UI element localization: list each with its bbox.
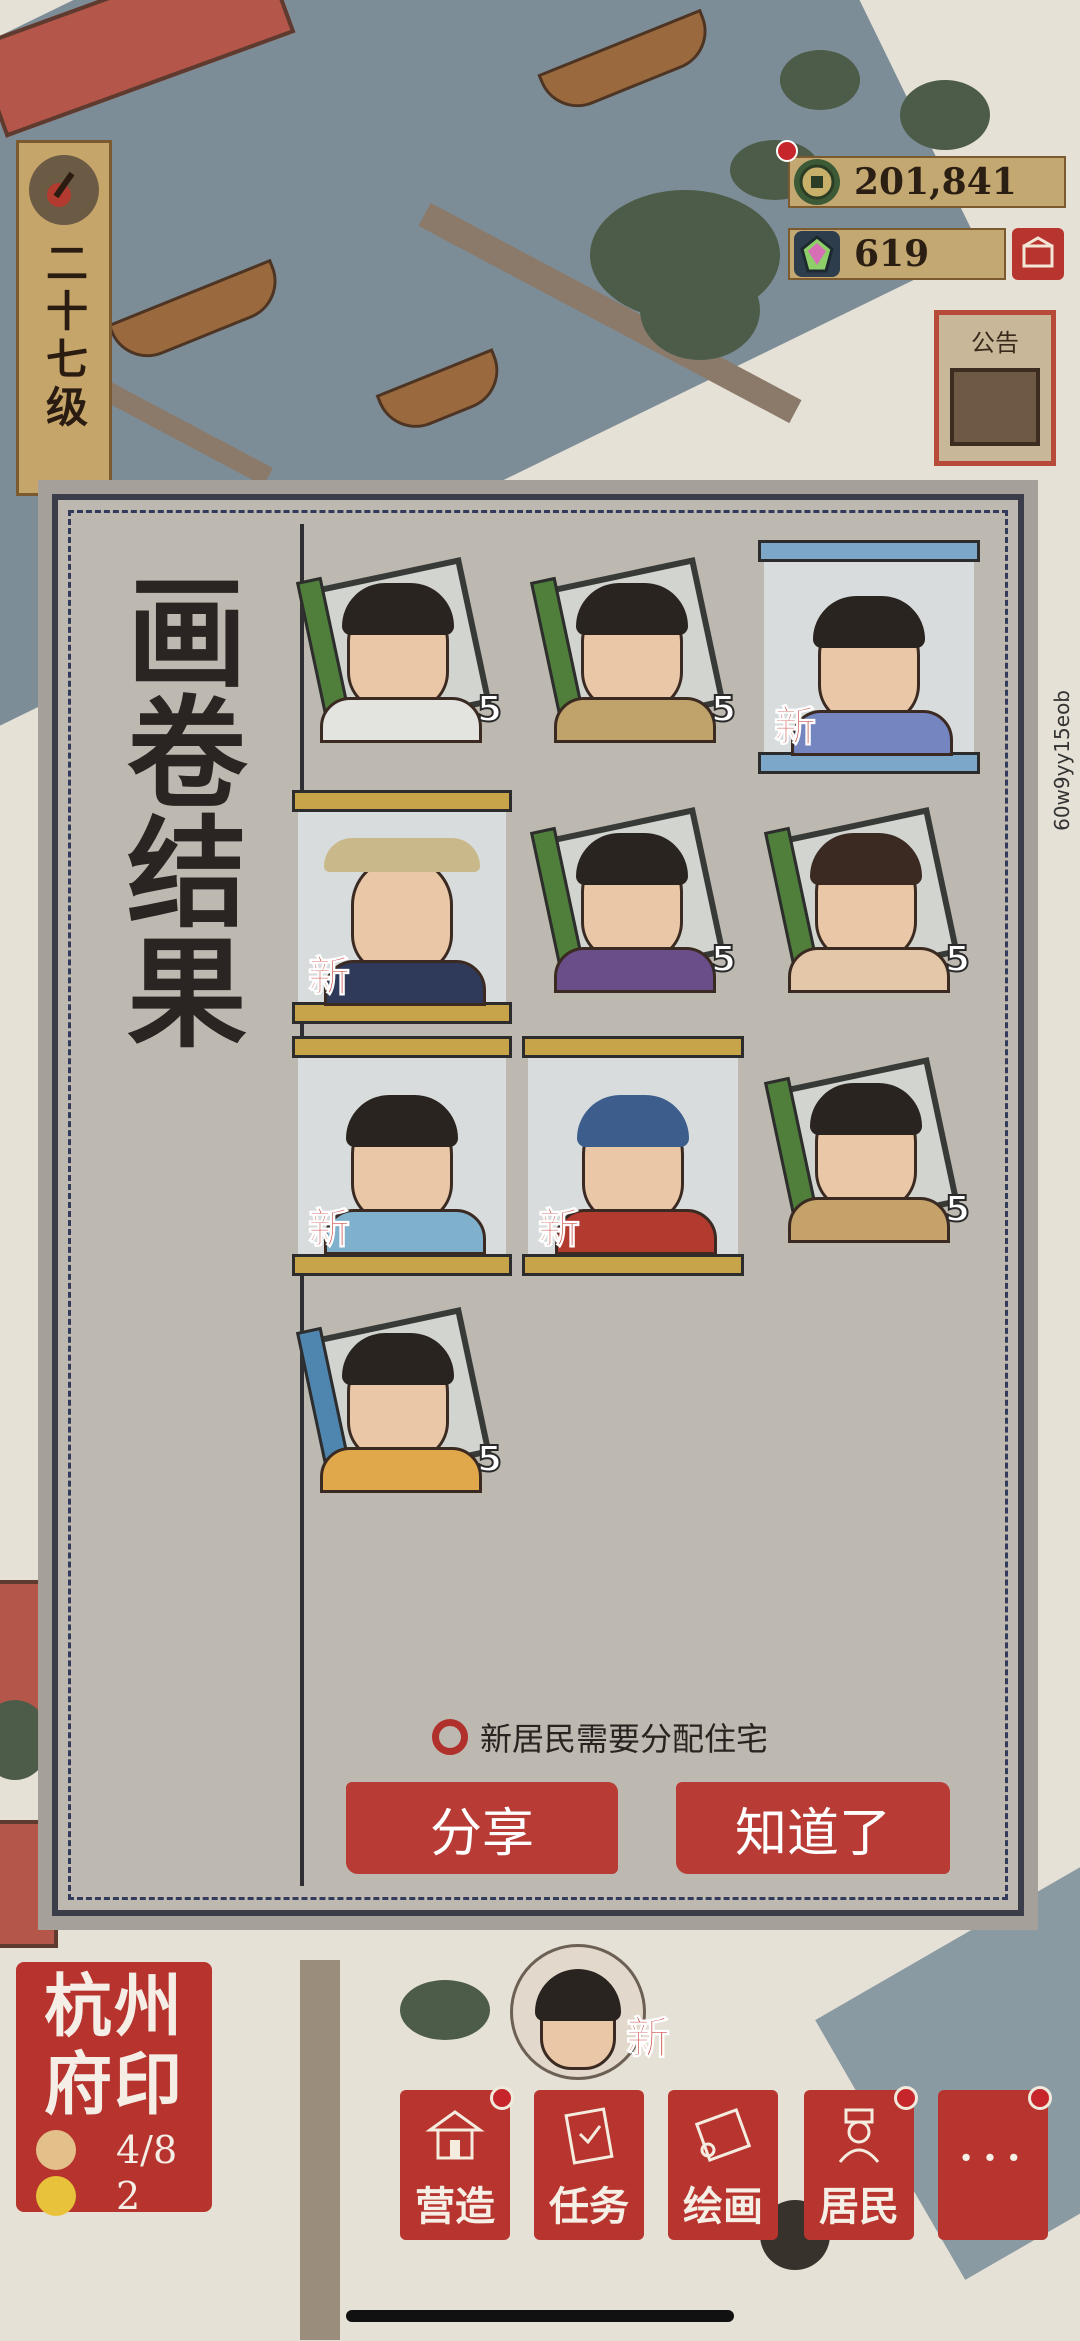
task-book-icon — [554, 2100, 624, 2170]
happiness-icon — [36, 2176, 76, 2216]
resident-portrait — [535, 1969, 621, 2070]
resident-card[interactable]: 5 — [295, 1307, 503, 1493]
resident-card[interactable]: 5 — [763, 807, 971, 993]
resident-count-icon — [36, 2130, 76, 2170]
resident-portrait — [788, 1083, 950, 1243]
gem-icon — [794, 231, 840, 277]
card-count: 5 — [944, 1188, 971, 1231]
resident-card-new[interactable]: 新 — [522, 1036, 744, 1276]
menu-label: 营造 — [415, 2183, 495, 2230]
resident-card[interactable]: 5 — [295, 557, 503, 743]
resident-icon — [824, 2100, 894, 2170]
resident-portrait — [791, 595, 953, 756]
menu-build-button[interactable]: 营造 — [400, 2086, 514, 2240]
resident-count: 4/8 — [116, 2128, 178, 2172]
card-count: 5 — [476, 1438, 503, 1481]
menu-task-button[interactable]: 任务 — [534, 2090, 644, 2240]
menu-paint-button[interactable]: 绘画 — [668, 2090, 778, 2240]
menu-more-button[interactable]: ··· — [938, 2086, 1052, 2240]
notice-board-button[interactable]: 公告 — [934, 310, 1056, 466]
resident-portrait — [555, 1094, 717, 1255]
coin-alert-dot — [776, 140, 798, 162]
notice-board-icon — [950, 368, 1040, 446]
resident-card[interactable]: 5 — [529, 557, 737, 743]
resident-portrait — [320, 1333, 482, 1493]
resident-portrait — [554, 833, 716, 993]
resident-card-new[interactable]: 新 — [292, 790, 512, 1024]
more-icon: ··· — [957, 2126, 1029, 2191]
resident-card[interactable]: 5 — [529, 807, 737, 993]
alert-dot — [894, 2086, 918, 2110]
level-banner[interactable]: 二十七级 — [16, 140, 112, 496]
ok-button[interactable]: 知道了 — [676, 1782, 950, 1874]
happiness-count: 2 — [116, 2174, 141, 2218]
city-seal-panel[interactable]: 杭州府印 4/8 2 — [16, 1962, 212, 2218]
menu-resident-button[interactable]: 居民 — [804, 2086, 918, 2240]
resident-portrait — [324, 837, 486, 1006]
alert-dot — [490, 2086, 514, 2110]
home-indicator[interactable] — [346, 2310, 734, 2322]
resident-portrait — [320, 583, 482, 743]
new-resident-avatar[interactable]: 新 — [510, 1944, 671, 2080]
resident-portrait — [788, 833, 950, 993]
new-tag: 新 — [773, 702, 817, 752]
resident-card[interactable]: 5 — [763, 1057, 971, 1243]
share-button[interactable]: 分享 — [346, 1782, 618, 1874]
new-tag: 新 — [626, 2013, 671, 2065]
new-tag: 新 — [307, 952, 351, 1002]
brush-icon — [29, 155, 99, 225]
dialog-title: 画卷结果 — [106, 570, 247, 1050]
menu-label: 居民 — [819, 2183, 899, 2230]
scroll-icon — [688, 2100, 758, 2170]
notice-label: 公告 — [971, 329, 1019, 357]
coin-counter[interactable]: 201,841 — [788, 156, 1066, 208]
menu-label: 任务 — [549, 2183, 629, 2230]
coin-icon — [794, 159, 840, 205]
level-text: 二十七级 — [39, 241, 89, 433]
menu-label: 绘画 — [683, 2183, 763, 2230]
building-icon — [420, 2100, 490, 2170]
seal-title: 杭州府印 — [43, 1967, 184, 2125]
resident-portrait — [324, 1094, 486, 1255]
new-resident-note: 新居民需要分配住宅 — [432, 1714, 768, 1760]
card-count: 5 — [944, 938, 971, 981]
circle-icon — [432, 1719, 468, 1755]
side-id-text: 60w9yy15eob — [1050, 690, 1074, 831]
resident-card-new[interactable]: 新 — [758, 540, 980, 774]
new-tag: 新 — [537, 1204, 581, 1254]
shop-icon[interactable] — [1012, 228, 1064, 280]
alert-dot — [1028, 2086, 1052, 2110]
new-tag: 新 — [307, 1204, 351, 1254]
card-count: 5 — [476, 688, 503, 731]
note-text: 新居民需要分配住宅 — [480, 1720, 769, 1758]
gem-counter[interactable]: 619 — [788, 228, 1006, 280]
resident-portrait — [554, 583, 716, 743]
coin-value: 201,841 — [854, 161, 1017, 203]
card-count: 5 — [710, 938, 737, 981]
gem-value: 619 — [854, 233, 930, 275]
resident-card-new[interactable]: 新 — [292, 1036, 512, 1276]
card-count: 5 — [710, 688, 737, 731]
